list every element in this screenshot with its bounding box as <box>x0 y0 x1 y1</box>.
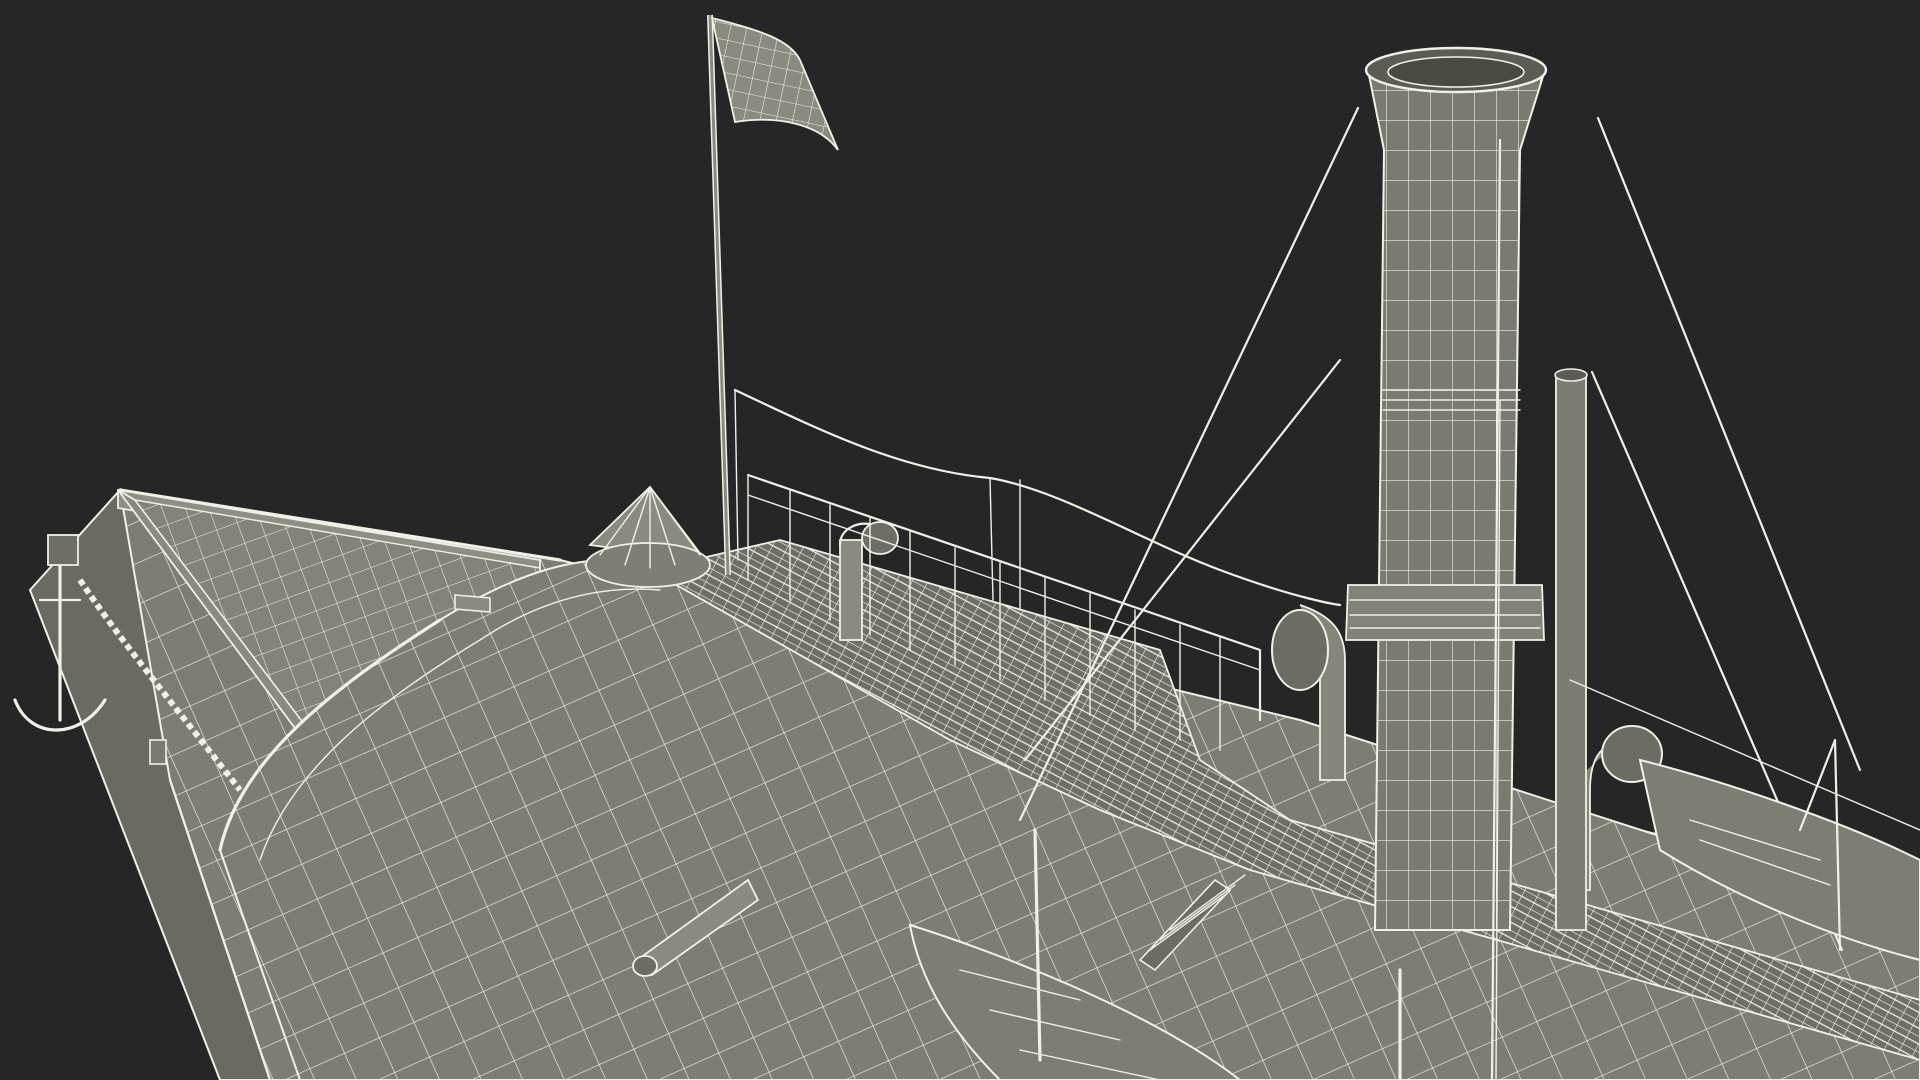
wireframe-viewport <box>0 0 1920 1080</box>
bow-cannon <box>454 594 491 613</box>
flagpole <box>707 14 731 576</box>
ship-wireframe-render <box>13 14 1920 1080</box>
vent-dome <box>585 485 711 588</box>
steam-pipe <box>1554 368 1588 931</box>
bollard <box>149 739 167 765</box>
flag <box>710 16 839 151</box>
